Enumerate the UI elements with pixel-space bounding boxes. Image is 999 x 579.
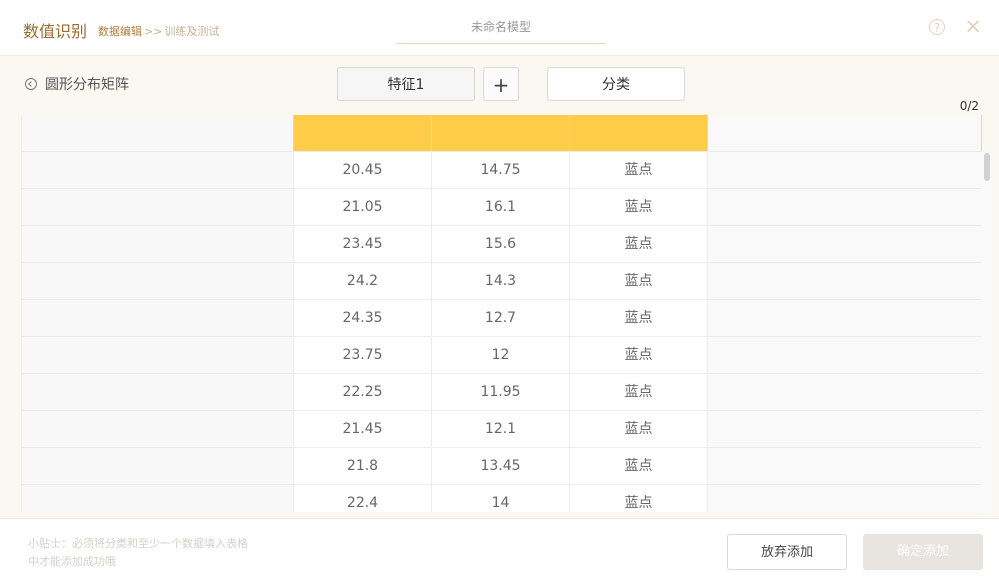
table-header-cell (22, 115, 294, 151)
table-header-cell (294, 115, 432, 151)
table-cell[interactable] (708, 374, 982, 410)
app-title: 数值识别 (23, 22, 88, 41)
table-cell[interactable] (708, 300, 982, 336)
table-cell[interactable]: 20.45 (294, 152, 432, 188)
table-cell[interactable]: 蓝点 (570, 263, 708, 299)
dialog-header: 数值识别 数据编辑 >> 训练及测试 未命名模型 ? × (0, 0, 999, 56)
table-header-row (22, 115, 982, 151)
table-row: 22.25 11.95 蓝点 (22, 374, 982, 411)
table-row: 21.8 13.45 蓝点 (22, 448, 982, 485)
breadcrumb-data-edit[interactable]: 数据编辑 (98, 25, 142, 38)
table-cell[interactable] (22, 263, 294, 299)
add-feature-button[interactable]: + (483, 67, 519, 101)
table-row: 22.4 14 蓝点 (22, 485, 982, 512)
dataset-title: 圆形分布矩阵 (45, 77, 129, 93)
table-cell[interactable]: 21.45 (294, 411, 432, 447)
table-cell[interactable] (708, 226, 982, 262)
table-scrollbar-track[interactable] (981, 153, 991, 513)
table-cell[interactable]: 23.45 (294, 226, 432, 262)
table-header-cell (570, 115, 708, 151)
table-cell[interactable]: 12.1 (432, 411, 570, 447)
tip-text: 小贴士：必须将分类和至少一个数据填入表格 中才能添加成功哦 (28, 535, 278, 571)
table-cell[interactable] (22, 374, 294, 410)
table-cell[interactable] (22, 411, 294, 447)
table-cell[interactable]: 蓝点 (570, 485, 708, 512)
table-scrollbar-thumb[interactable] (984, 153, 990, 181)
table-cell[interactable] (708, 485, 982, 512)
table-cell[interactable]: 14.75 (432, 152, 570, 188)
table-cell[interactable]: 14 (432, 485, 570, 512)
table-cell[interactable]: 蓝点 (570, 189, 708, 225)
table-cell[interactable] (22, 485, 294, 512)
table-cell[interactable]: 21.05 (294, 189, 432, 225)
back-arrow-icon (25, 78, 37, 90)
close-icon[interactable]: × (964, 15, 982, 37)
breadcrumb: 数据编辑 >> 训练及测试 (98, 23, 219, 39)
table-cell[interactable]: 13.45 (432, 448, 570, 484)
tip-line-2: 中才能添加成功哦 (28, 555, 116, 568)
table-cell[interactable]: 蓝点 (570, 374, 708, 410)
back-button[interactable]: 圆形分布矩阵 (25, 74, 129, 94)
table-cell[interactable] (708, 189, 982, 225)
table-cell[interactable]: 蓝点 (570, 411, 708, 447)
table-cell[interactable]: 24.2 (294, 263, 432, 299)
feature-column-button[interactable]: 特征1 (337, 67, 475, 101)
table-cell[interactable]: 蓝点 (570, 337, 708, 373)
table-cell[interactable] (22, 226, 294, 262)
table-cell[interactable] (22, 448, 294, 484)
table-row: 23.75 12 蓝点 (22, 337, 982, 374)
table-cell[interactable] (708, 337, 982, 373)
table-cell[interactable]: 15.6 (432, 226, 570, 262)
table-cell[interactable]: 22.25 (294, 374, 432, 410)
table-cell[interactable]: 蓝点 (570, 152, 708, 188)
confirm-add-button[interactable]: 确定添加 (863, 534, 983, 570)
breadcrumb-separator: >> (144, 25, 163, 38)
table-cell[interactable] (22, 152, 294, 188)
discard-button[interactable]: 放弃添加 (727, 534, 847, 570)
category-column-button[interactable]: 分类 (547, 67, 685, 101)
tip-line-1: 小贴士：必须将分类和至少一个数据填入表格 (28, 537, 248, 550)
table-cell[interactable] (22, 189, 294, 225)
table-header-cell (708, 115, 982, 151)
table-cell[interactable]: 12.7 (432, 300, 570, 336)
table-cell[interactable]: 11.95 (432, 374, 570, 410)
table-cell[interactable]: 蓝点 (570, 300, 708, 336)
table-row: 20.45 14.75 蓝点 (22, 151, 982, 189)
table-row: 21.05 16.1 蓝点 (22, 189, 982, 226)
table-cell[interactable]: 蓝点 (570, 226, 708, 262)
table-cell[interactable] (708, 448, 982, 484)
model-name-field[interactable]: 未命名模型 (396, 12, 606, 44)
table-cell[interactable]: 12 (432, 337, 570, 373)
table-cell[interactable] (22, 337, 294, 373)
table-body: 20.45 14.75 蓝点 21.05 16.1 蓝点 23.45 15.6 … (22, 151, 982, 512)
table-cell[interactable]: 24.35 (294, 300, 432, 336)
table-row: 23.45 15.6 蓝点 (22, 226, 982, 263)
table-row: 24.35 12.7 蓝点 (22, 300, 982, 337)
table-cell[interactable] (708, 263, 982, 299)
table-cell[interactable]: 21.8 (294, 448, 432, 484)
table-cell[interactable]: 16.1 (432, 189, 570, 225)
table-cell[interactable]: 14.3 (432, 263, 570, 299)
table-cell[interactable]: 22.4 (294, 485, 432, 512)
table-cell[interactable] (708, 411, 982, 447)
table-cell[interactable]: 蓝点 (570, 448, 708, 484)
data-table: 20.45 14.75 蓝点 21.05 16.1 蓝点 23.45 15.6 … (21, 115, 982, 512)
table-row: 21.45 12.1 蓝点 (22, 411, 982, 448)
table-header-cell (432, 115, 570, 151)
dialog-footer: 小贴士：必须将分类和至少一个数据填入表格 中才能添加成功哦 放弃添加 确定添加 (0, 518, 999, 579)
table-cell[interactable] (22, 300, 294, 336)
table-cell[interactable] (708, 152, 982, 188)
breadcrumb-train-test[interactable]: 训练及测试 (164, 25, 219, 38)
table-row: 24.2 14.3 蓝点 (22, 263, 982, 300)
feature-counter: 0/2 (959, 99, 979, 113)
table-cell[interactable]: 23.75 (294, 337, 432, 373)
help-icon[interactable]: ? (929, 19, 945, 35)
